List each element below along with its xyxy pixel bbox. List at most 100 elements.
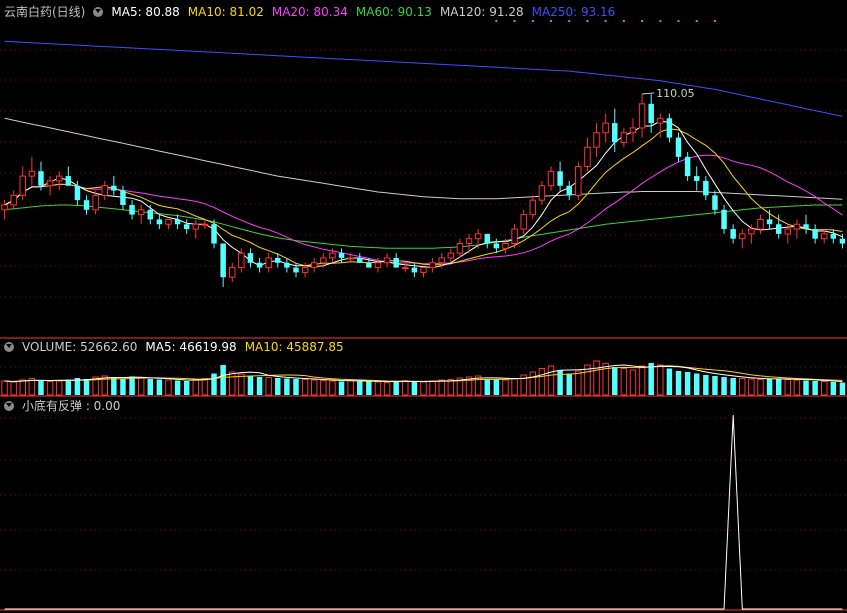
volume-bar [420,381,427,396]
candle-body [411,267,418,273]
candle-body [201,223,209,226]
volume-bar [411,381,418,395]
candle-body [529,199,537,216]
volume-bar [666,368,673,395]
candle-body [812,229,818,239]
volume-bar [684,372,691,395]
volume-bar [739,378,746,396]
candle-body [174,219,181,225]
volume-bar [165,379,172,396]
volume-bar [730,378,736,395]
volume-bar [703,375,709,395]
candle-body [65,176,72,186]
volume-bar [648,363,654,395]
candle-body [675,137,682,157]
candle-body [766,219,773,225]
volume-bar [183,381,190,395]
volume-bar [329,380,336,396]
ma250-line [4,40,843,117]
candle-body [420,267,427,273]
volume-bar [429,380,436,396]
candle-body [602,122,609,134]
candle-body [456,243,464,254]
volume-bar [201,378,209,396]
volume-bar [156,379,163,395]
volume-bar [620,368,628,396]
volume-bar [111,377,117,395]
volume-bar [766,379,773,395]
candle-body [83,200,90,210]
candle-body [721,209,727,230]
candle-body [547,170,555,187]
volume-bar [347,380,354,396]
candle-body [320,257,327,264]
volume-bar [629,369,637,396]
candle-body [265,257,272,269]
volume-bar [593,360,600,396]
candle-body [748,228,755,235]
candle-body [620,132,628,143]
candle-body [402,267,409,270]
volume-bar [557,370,563,395]
peak-pointer [642,92,655,95]
candle-body [612,123,618,143]
candle-body [147,209,154,220]
candle-body [629,127,637,134]
volume-bar [192,379,200,396]
volume-bar [484,379,490,395]
volume-bar [338,381,345,395]
volume-bar [511,378,518,396]
event-marker [568,20,571,22]
volume-bar [383,382,391,396]
volume-bar [211,373,217,395]
event-marker [604,20,607,22]
volume-bar [438,379,445,396]
indicator-line [4,414,843,610]
event-marker [677,20,680,22]
candle-body [357,257,363,263]
volume-bar [220,365,226,395]
volume-bar [529,371,537,396]
volume-bar [129,376,135,395]
volume-bar [256,377,263,395]
volume-bar [147,379,154,395]
volume-bar [265,377,272,396]
candle-body [429,262,436,269]
candle-body [211,224,217,244]
candle-body [46,180,54,187]
volume-bar [757,379,764,396]
candle-body [111,185,117,191]
volume-bar [137,377,145,396]
candle-body [502,243,509,249]
candle-body [730,229,736,239]
volume-bar [310,379,318,396]
candle-body [784,228,792,235]
candle-body [839,238,846,244]
candle-body [10,194,17,206]
volume-bar [238,373,245,396]
candle-body [165,218,172,225]
candle-body [684,156,691,177]
volume-bar [812,381,818,395]
candle-body [739,233,746,240]
candle-body [484,233,490,244]
candle-body [101,185,108,196]
volume-bar [393,381,399,395]
event-marker [659,20,662,22]
event-marker [550,20,553,22]
volume-bar [675,371,682,395]
volume-bar [301,379,309,396]
candle-body [55,175,63,182]
volume-bar [793,379,801,396]
volume-bar [803,380,809,395]
candle-body [329,252,336,259]
event-marker [713,20,716,22]
volume-bar [38,380,44,395]
candle-body [775,224,782,234]
candle-body [156,219,163,225]
stock-chart[interactable]: 110.05 [0,0,847,613]
volume-bar [19,379,27,396]
candle-body [238,252,245,269]
candle-body [803,224,809,230]
volume-bar [839,382,846,395]
